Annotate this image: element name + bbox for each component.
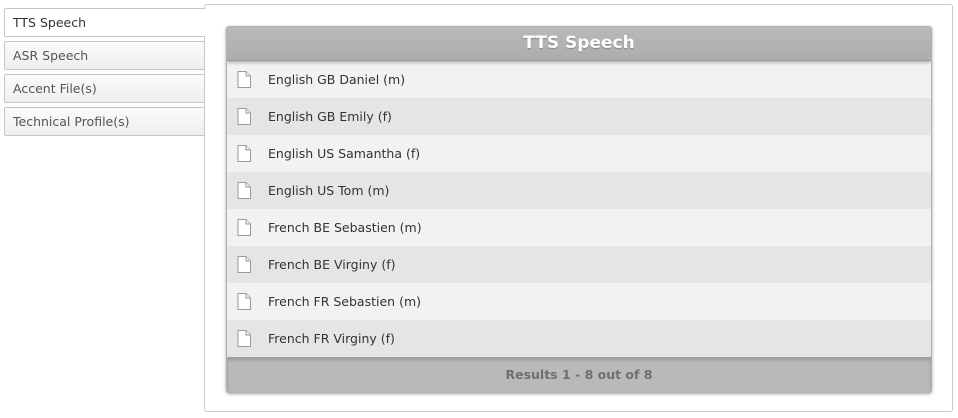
tab-tts-speech[interactable]: TTS Speech [4, 8, 206, 37]
list-item[interactable]: French FR Virginy (f) [227, 320, 931, 357]
document-icon [237, 182, 251, 199]
list-item-label: French FR Virginy (f) [268, 331, 395, 346]
results-count: Results 1 - 8 out of 8 [227, 357, 931, 392]
app-root: TTS Speech ASR Speech Accent File(s) Tec… [0, 0, 958, 418]
list-item[interactable]: French FR Sebastien (m) [227, 283, 931, 320]
list-title: TTS Speech [227, 27, 931, 61]
list-item-label: English US Samantha (f) [268, 146, 421, 161]
document-icon [237, 219, 251, 236]
document-icon [237, 256, 251, 273]
tab-accent-files[interactable]: Accent File(s) [4, 74, 206, 103]
list-item-label: English GB Daniel (m) [268, 72, 406, 87]
document-icon [237, 293, 251, 310]
document-icon [237, 108, 251, 125]
list-rows: English GB Daniel (m) English GB Emily (… [227, 61, 931, 357]
document-icon [237, 71, 251, 88]
document-icon [237, 330, 251, 347]
tab-asr-speech[interactable]: ASR Speech [4, 41, 206, 70]
list-item-label: French BE Virginy (f) [268, 257, 396, 272]
list-item[interactable]: English US Tom (m) [227, 172, 931, 209]
list-item[interactable]: English GB Emily (f) [227, 98, 931, 135]
list-item-label: French FR Sebastien (m) [268, 294, 421, 309]
list-item[interactable]: English GB Daniel (m) [227, 61, 931, 98]
content-panel: TTS Speech English GB Daniel (m) English… [204, 4, 953, 412]
list-item-label: English US Tom (m) [268, 183, 390, 198]
tab-technical-profiles[interactable]: Technical Profile(s) [4, 107, 206, 136]
list-item-label: French BE Sebastien (m) [268, 220, 422, 235]
tab-menu: TTS Speech ASR Speech Accent File(s) Tec… [4, 8, 206, 140]
list-item[interactable]: French BE Virginy (f) [227, 246, 931, 283]
list-item-label: English GB Emily (f) [268, 109, 392, 124]
list-item[interactable]: English US Samantha (f) [227, 135, 931, 172]
document-icon [237, 145, 251, 162]
list-item[interactable]: French BE Sebastien (m) [227, 209, 931, 246]
speech-list: TTS Speech English GB Daniel (m) English… [226, 26, 932, 393]
